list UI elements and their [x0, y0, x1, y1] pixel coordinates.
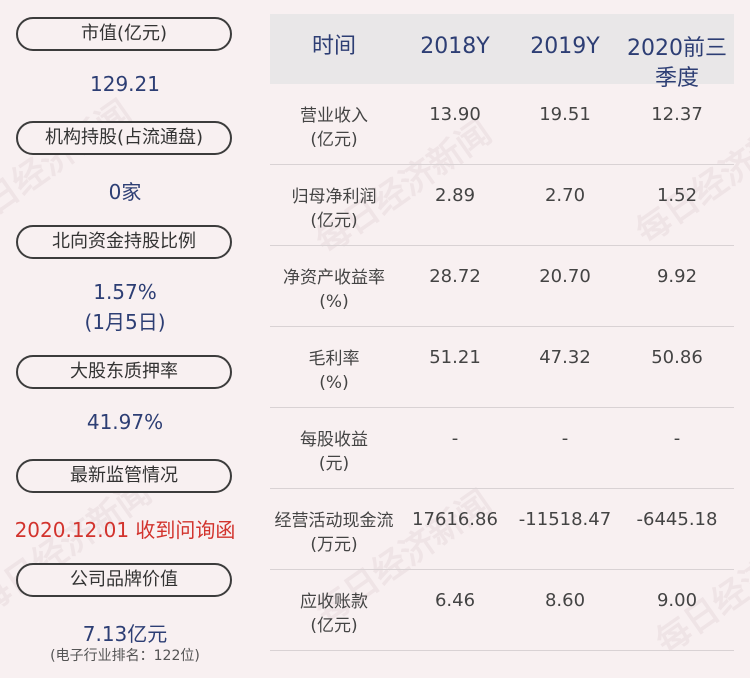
table-row: 经营活动现金流 (万元) 17616.86 -11518.47 -6445.18	[270, 489, 734, 570]
cell: 28.72	[429, 266, 481, 287]
institution-holding-value: 0家	[108, 180, 142, 204]
cell: 50.86	[651, 347, 703, 368]
cell: 1.52	[656, 185, 698, 206]
cell: 20.70	[539, 266, 591, 287]
cell: 9.92	[656, 266, 698, 287]
market-cap-value: 129.21	[90, 72, 160, 96]
northbound-ratio-value: 1.57%	[93, 280, 157, 304]
institution-holding-label: 机构持股(占流通盘)	[16, 121, 232, 155]
header-time: 时间	[311, 34, 356, 59]
northbound-ratio-date: (1月5日)	[84, 310, 166, 334]
left-panel: 市值(亿元) 129.21 机构持股(占流通盘) 0家 北向资金持股比例 1.5…	[0, 0, 250, 678]
cell: -	[673, 428, 681, 449]
market-cap-label: 市值(亿元)	[16, 17, 232, 51]
table-row: 毛利率 (%) 51.21 47.32 50.86	[270, 327, 734, 408]
brand-value-value: 7.13亿元	[82, 622, 168, 646]
row-label: 经营活动现金流 (万元)	[274, 511, 394, 555]
cell: 51.21	[429, 347, 481, 368]
table-row: 营业收入 (亿元) 13.90 19.51 12.37	[270, 84, 734, 165]
regulation-value: 2020.12.01 收到问询函	[14, 518, 236, 542]
cell: 2.89	[434, 185, 476, 206]
cell: -11518.47	[518, 509, 612, 530]
financial-table: 时间 2018Y 2019Y 2020前三 季度 营业收入 (亿元) 13.90 …	[270, 14, 734, 651]
cell: -6445.18	[636, 509, 718, 530]
regulation-label: 最新监管情况	[16, 459, 232, 493]
cell: 2.70	[544, 185, 586, 206]
brand-value-label: 公司品牌价值	[16, 563, 232, 597]
pledge-ratio-label: 大股东质押率	[16, 355, 232, 389]
table-row: 归母净利润 (亿元) 2.89 2.70 1.52	[270, 165, 734, 246]
cell: -	[561, 428, 569, 449]
cell: 47.32	[539, 347, 591, 368]
cell: 17616.86	[412, 509, 498, 530]
row-label: 毛利率 (%)	[308, 349, 360, 393]
cell: 9.00	[656, 590, 698, 611]
table-row: 净资产收益率 (%) 28.72 20.70 9.92	[270, 246, 734, 327]
table-row: 应收账款 (亿元) 6.46 8.60 9.00	[270, 570, 734, 651]
row-label: 净资产收益率 (%)	[283, 268, 385, 312]
cell: -	[451, 428, 459, 449]
table-header: 时间 2018Y 2019Y 2020前三 季度	[270, 14, 734, 91]
header-2018: 2018Y	[420, 34, 490, 59]
cell: 12.37	[651, 104, 703, 125]
cell: 19.51	[539, 104, 591, 125]
row-label: 营业收入 (亿元)	[300, 106, 368, 150]
pledge-ratio-value: 41.97%	[86, 410, 164, 434]
cell: 6.46	[434, 590, 476, 611]
northbound-ratio-label: 北向资金持股比例	[16, 225, 232, 259]
row-label: 归母净利润 (亿元)	[291, 187, 377, 231]
header-2019: 2019Y	[530, 34, 600, 59]
row-label: 应收账款 (亿元)	[300, 592, 368, 636]
row-label: 每股收益 (元)	[300, 430, 368, 474]
table-row: 每股收益 (元) - - -	[270, 408, 734, 489]
cell: 8.60	[544, 590, 586, 611]
cell: 13.90	[429, 104, 481, 125]
brand-value-rank: (电子行业排名：122位)	[50, 648, 200, 664]
